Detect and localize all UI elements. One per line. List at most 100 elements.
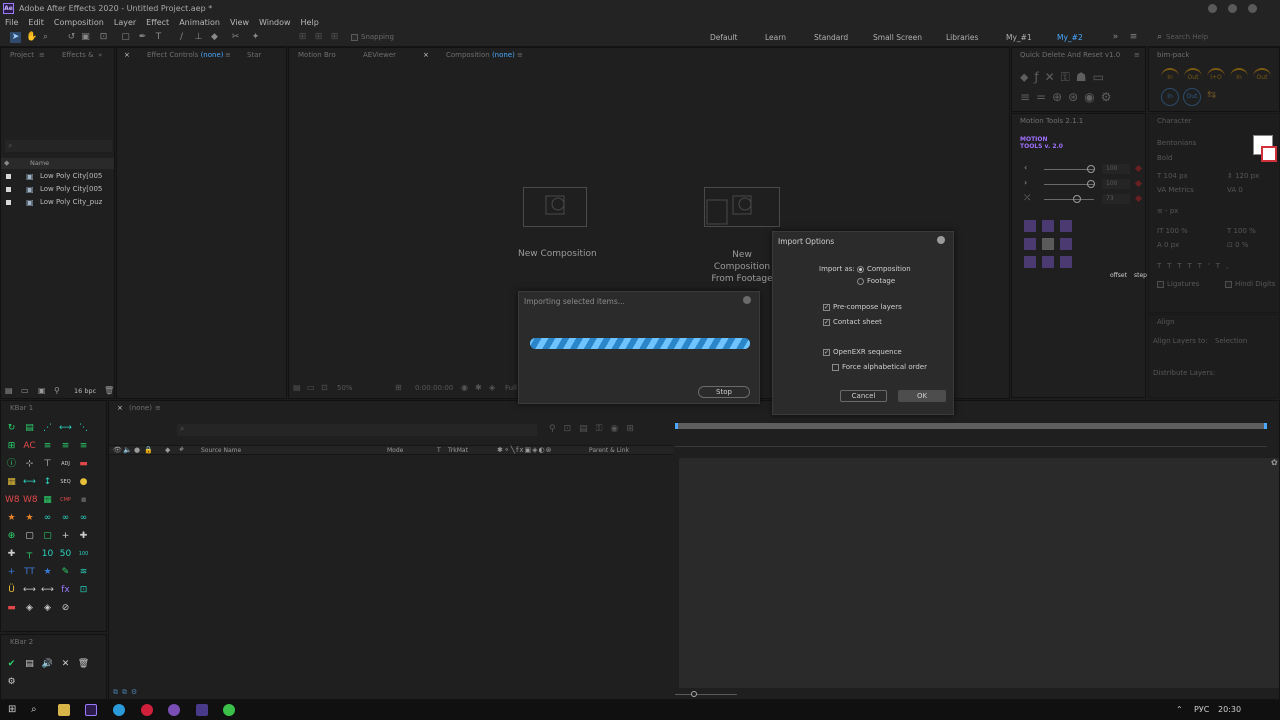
adjust-icon[interactable]: ⚲ xyxy=(54,386,60,395)
close-tab-icon[interactable]: × xyxy=(423,48,429,62)
kbar-star-3-icon[interactable]: ★ xyxy=(41,566,54,579)
grid-icon[interactable]: ⊞ xyxy=(395,383,402,392)
column-mode[interactable]: Mode xyxy=(387,447,403,454)
kbar-pin-icon[interactable]: ⊤ xyxy=(41,458,54,471)
kbar-frame-icon[interactable]: ⊡ xyxy=(77,584,90,597)
workspace-standard[interactable]: Standard xyxy=(814,33,848,42)
number-column-icon[interactable]: # xyxy=(179,446,184,453)
workspace-menu-icon[interactable]: ≡ xyxy=(1128,32,1139,43)
rectangle-tool-icon[interactable]: ▢ xyxy=(120,32,131,43)
quick-delete-row1-icons[interactable]: ⬥ƒ✕⚿☗▭ xyxy=(1020,70,1110,85)
kbar-layers-2-icon[interactable]: ◈ xyxy=(41,602,54,615)
clone-stamp-tool-icon[interactable]: ⊥ xyxy=(193,32,204,43)
kbar-fx-icon[interactable]: fx xyxy=(59,584,72,597)
kbar-fifty-icon[interactable]: 50 xyxy=(59,548,72,561)
world-axis-icon[interactable]: ⊞ xyxy=(313,32,324,43)
kbar-table-icon[interactable]: ▦ xyxy=(41,494,54,507)
tab-menu-icon[interactable]: ≡ xyxy=(155,401,161,415)
kbar-square-2-icon[interactable]: ▢ xyxy=(41,530,54,543)
audio-toggle-icon[interactable]: 🔈 xyxy=(123,446,132,454)
kbar-sequence-icon[interactable]: SEQ xyxy=(59,476,72,489)
tab-menu-icon[interactable]: ≡ xyxy=(225,48,231,62)
pen-tool-icon[interactable]: ✒ xyxy=(137,32,148,43)
kbar-picker-icon[interactable]: ✎ xyxy=(59,566,72,579)
spotify-icon[interactable] xyxy=(223,704,235,716)
kbar-add-icon[interactable]: + xyxy=(5,566,18,579)
workspace-my-2[interactable]: My_#2 xyxy=(1057,33,1083,42)
new-folder-icon[interactable]: ▭ xyxy=(21,386,29,395)
keyframe-icon[interactable] xyxy=(1134,164,1143,173)
color-icon[interactable]: ✱ xyxy=(475,383,482,392)
puppet-tool-icon[interactable]: ✦ xyxy=(250,32,261,43)
time-navigator[interactable] xyxy=(675,423,1267,429)
stop-button[interactable]: Stop xyxy=(698,386,750,398)
kbar-settings-icon[interactable]: ⚙ xyxy=(5,676,18,689)
solo-toggle-icon[interactable]: ● xyxy=(134,446,140,454)
eraser-tool-icon[interactable]: ◆ xyxy=(209,32,220,43)
kbar-dots-icon[interactable]: ⋰ xyxy=(41,422,54,435)
bim-button-4[interactable]: Out xyxy=(1253,68,1271,86)
horizontal-scale-field[interactable]: T 100 % xyxy=(1227,227,1256,235)
kbar-star-icon[interactable]: ★ xyxy=(5,512,18,525)
tsume-field[interactable]: ⊡ 0 % xyxy=(1227,241,1248,249)
column-t[interactable]: T xyxy=(437,447,441,454)
view-axis-icon[interactable]: ⊞ xyxy=(329,32,340,43)
slider-value[interactable]: 100 xyxy=(1102,164,1130,174)
ligatures-checkbox[interactable] xyxy=(1157,281,1164,288)
opera-icon[interactable] xyxy=(141,704,153,716)
close-icon[interactable] xyxy=(1248,4,1257,13)
menu-window[interactable]: Window xyxy=(254,18,296,27)
kbar-delete-icon[interactable]: ✕ xyxy=(59,658,72,671)
kbar-w8-2-icon[interactable]: W8 xyxy=(23,494,38,507)
language-indicator[interactable]: РУС xyxy=(1194,705,1209,714)
video-toggle-icon[interactable]: 👁 xyxy=(113,446,122,454)
always-preview-icon[interactable]: ▤ xyxy=(293,383,301,392)
kbar-plus-2-icon[interactable]: ✚ xyxy=(77,530,90,543)
kbar-align-right-icon[interactable]: ≡ xyxy=(77,440,90,453)
stroke-width-field[interactable]: ≡ - px xyxy=(1157,207,1178,215)
new-comp-icon[interactable]: ▣ xyxy=(38,386,46,395)
bim-button-3[interactable]: In xyxy=(1230,68,1248,86)
kbar-bar-icon[interactable]: ▬ xyxy=(5,602,18,615)
kbar-infinity-icon[interactable]: ∞ xyxy=(41,512,54,525)
progress-dialog-close-icon[interactable] xyxy=(743,296,751,304)
menu-help[interactable]: Help xyxy=(296,18,324,27)
timeline-search-input[interactable]: ⌕ xyxy=(177,424,537,436)
brush-tool-icon[interactable]: ∕ xyxy=(176,32,187,43)
kbar-refresh-icon[interactable]: ↻ xyxy=(5,422,18,435)
kerning-field[interactable]: VA Metrics xyxy=(1157,186,1194,194)
hindi-digits-checkbox[interactable] xyxy=(1225,281,1232,288)
minimize-icon[interactable] xyxy=(1208,4,1217,13)
bim-out-circle-button[interactable]: Out xyxy=(1183,88,1201,106)
trash-icon[interactable]: 🗑 xyxy=(104,386,114,395)
workspace-small-screen[interactable]: Small Screen xyxy=(873,33,922,42)
pre-compose-layers-checkbox[interactable]: ✓ xyxy=(823,304,830,311)
menu-file[interactable]: File xyxy=(0,18,23,27)
force-alphabetical-checkbox[interactable] xyxy=(832,364,839,371)
local-axis-icon[interactable]: ⊞ xyxy=(297,32,308,43)
project-item[interactable]: ▣ Low Poly City_puz xyxy=(1,196,116,209)
kbar-audio-icon[interactable]: 🔊 xyxy=(41,658,54,671)
after-effects-taskbar-icon[interactable] xyxy=(85,704,97,716)
kbar-move-icon[interactable]: ✚ xyxy=(5,548,18,561)
openexr-sequence-checkbox[interactable]: ✓ xyxy=(823,349,830,356)
panel-menu-icon[interactable]: ≡ xyxy=(1134,48,1140,62)
kbar-align-center-icon[interactable]: ≡ xyxy=(59,440,72,453)
ok-button[interactable]: OK xyxy=(898,390,946,402)
workspace-learn[interactable]: Learn xyxy=(765,33,786,42)
kbar-null-icon[interactable]: ▬ xyxy=(77,458,90,471)
tab-motion-bro[interactable]: Motion Bro xyxy=(298,48,336,62)
kbar-wave-icon[interactable]: ≋ xyxy=(77,566,90,579)
tab-effect-controls[interactable]: Effect Controls (none) xyxy=(147,48,224,62)
telegram-icon[interactable] xyxy=(113,704,125,716)
kbar-ten-icon[interactable]: 10 xyxy=(41,548,54,561)
tab-effects[interactable]: Effects & xyxy=(62,48,93,62)
keyframe-icon[interactable] xyxy=(1134,179,1143,188)
slider-thumb[interactable] xyxy=(1087,180,1095,188)
camera-tool-icon[interactable]: ▣ xyxy=(80,32,91,43)
menu-effect[interactable]: Effect xyxy=(141,18,174,27)
kbar-link-icon[interactable]: ⊘ xyxy=(59,602,72,615)
kbar-split-2-icon[interactable]: ⟷ xyxy=(41,584,54,597)
tracking-field[interactable]: VA 0 xyxy=(1227,186,1243,194)
zoom-value[interactable]: 50% xyxy=(337,384,353,392)
